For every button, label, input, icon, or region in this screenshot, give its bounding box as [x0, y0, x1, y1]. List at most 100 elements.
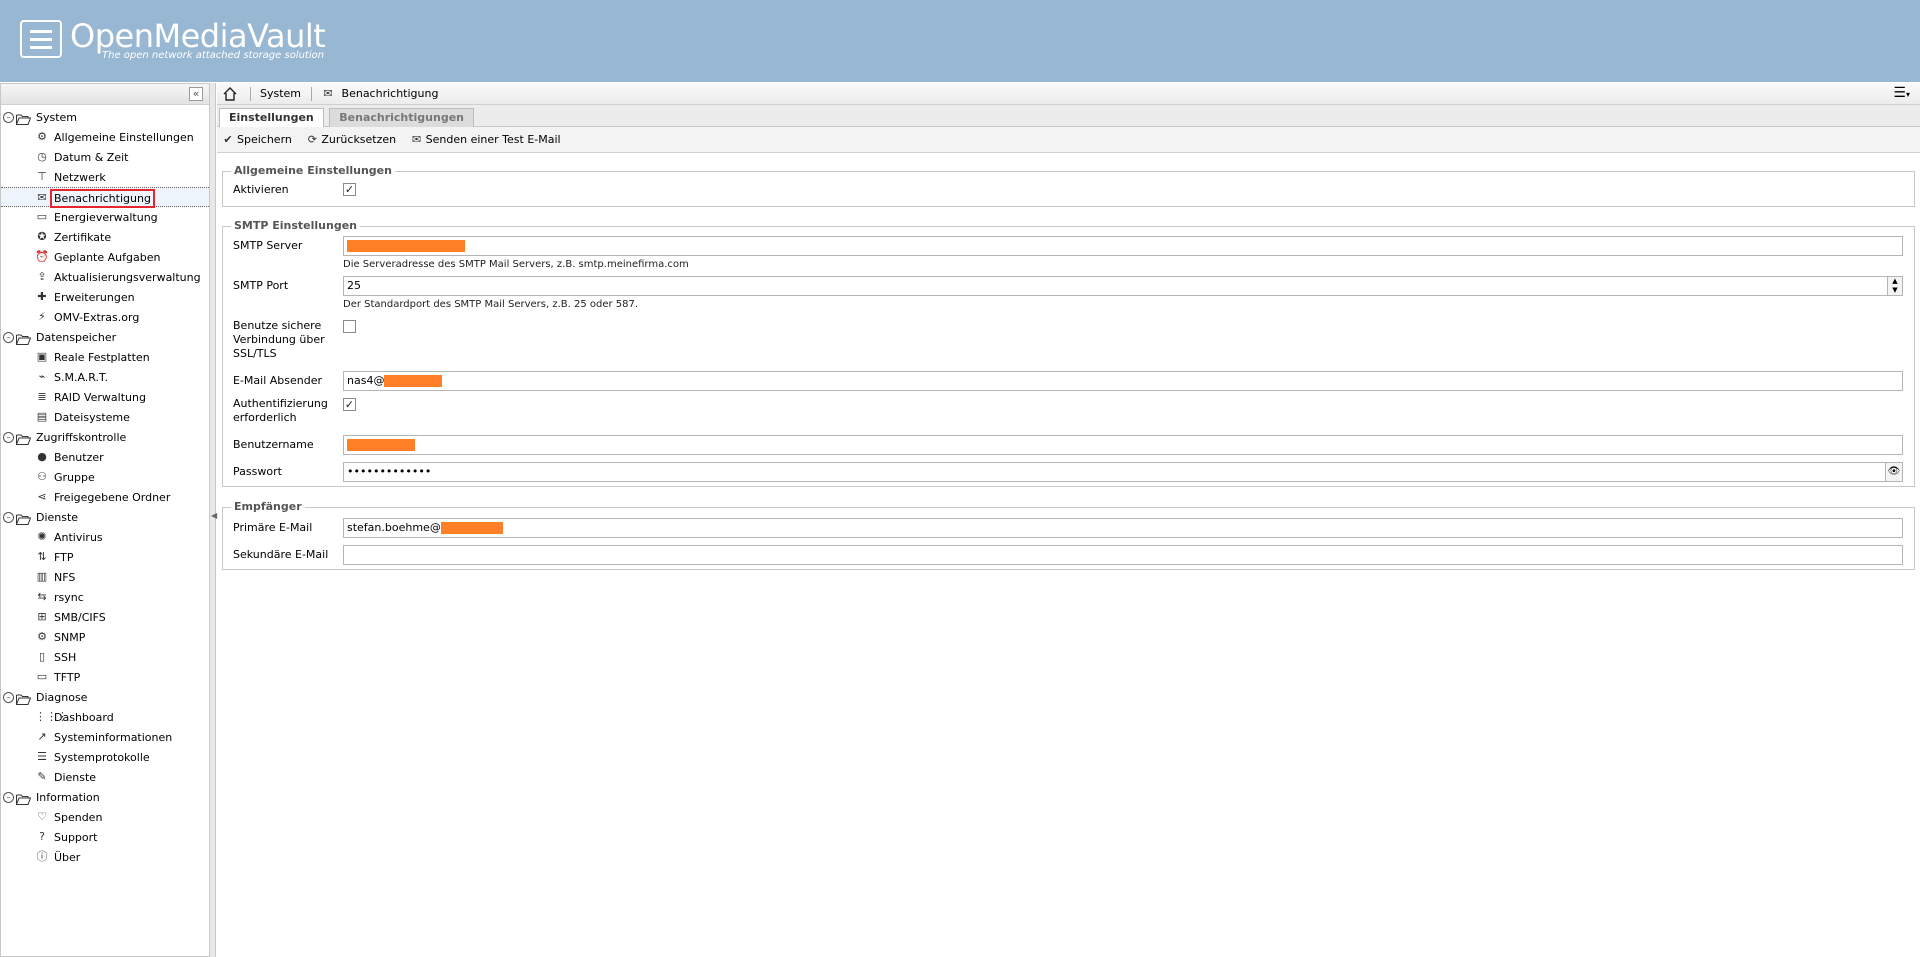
tab-einstellungen[interactable]: Einstellungen	[219, 108, 324, 127]
sidebar-item-label: Allgemeine Einstellungen	[54, 130, 194, 144]
sidebar-splitter[interactable]: ◀	[210, 83, 217, 957]
sidebar-item-benutzer[interactable]: ● Benutzer	[1, 447, 209, 467]
sender-value: nas4@	[347, 374, 385, 387]
sidebar-item-label: SNMP	[54, 630, 86, 644]
sidebar-item-systeminformationen[interactable]: ↗ Systeminformationen	[1, 727, 209, 747]
sidebar-item-reale-festplatten[interactable]: ▣ Reale Festplatten	[1, 347, 209, 367]
sidebar-item-benachrichtigung[interactable]: ✉ Benachrichtigung	[1, 187, 209, 208]
sidebar-item-dashboard[interactable]: ⋮⋮⋮Dashboard	[1, 707, 209, 727]
collapse-toggle-icon[interactable]: –	[3, 791, 14, 803]
sidebar-category-information[interactable]: – Information	[1, 787, 209, 807]
reset-button[interactable]: ⟳ Zurücksetzen	[305, 127, 396, 153]
username-input[interactable]	[343, 435, 1903, 455]
sidebar-category-datenspeicher[interactable]: – Datenspeicher	[1, 327, 209, 347]
options-menu-icon[interactable]: ☰▾	[1893, 86, 1910, 102]
sidebar-item-geplante-aufgaben[interactable]: ⏰ Geplante Aufgaben	[1, 247, 209, 267]
sidebar-item-nfs[interactable]: ▥ NFS	[1, 567, 209, 587]
tab-bar: Einstellungen Benachrichtigungen	[217, 105, 1920, 127]
sidebar-item-spenden[interactable]: ♡ Spenden	[1, 807, 209, 827]
sender-input[interactable]: nas4@	[343, 371, 1903, 391]
sidebar-item-smb-cifs[interactable]: ⊞ SMB/CIFS	[1, 607, 209, 627]
primary-email-input[interactable]: stefan.boehme@	[343, 518, 1903, 538]
sidebar-item-datum-zeit[interactable]: ◷ Datum & Zeit	[1, 147, 209, 167]
sidebar-item-label: NFS	[54, 570, 76, 584]
spin-up-icon[interactable]: ▲	[1888, 277, 1902, 286]
smtp-server-label: SMTP Server	[233, 239, 303, 252]
sidebar-item-freigegebene-ordner[interactable]: ⋖ Freigegebene Ordner	[1, 487, 209, 507]
sidebar-category-label: Information	[36, 790, 100, 804]
collapse-toggle-icon[interactable]: –	[3, 691, 14, 703]
smtp-server-input[interactable]	[343, 236, 1903, 256]
puzzle-icon: ✚	[37, 290, 47, 303]
hamburger-menu-icon[interactable]	[20, 20, 62, 58]
general-settings-legend: Allgemeine Einstellungen	[231, 164, 395, 177]
redacted-value	[440, 522, 503, 534]
spin-down-icon[interactable]: ▼	[1888, 286, 1902, 295]
password-input[interactable]: ••••••••••••• 👁	[343, 462, 1903, 482]
auth-label: Authentifizierung erforderlich	[233, 397, 328, 425]
wrench-icon: ✎	[37, 770, 47, 783]
sidebar-category-dienste[interactable]: – Dienste	[1, 507, 209, 527]
port-spinner[interactable]: ▲ ▼	[1887, 277, 1902, 295]
collapse-sidebar-button[interactable]: «	[189, 87, 203, 101]
sidebar-item-ssh[interactable]: ▯ SSH	[1, 647, 209, 667]
enable-label: Aktivieren	[233, 183, 289, 196]
sidebar-item-ftp[interactable]: ⇅ FTP	[1, 547, 209, 567]
sidebar-category-system[interactable]: – System	[1, 107, 209, 127]
sidebar-item-über[interactable]: ⓘ Über	[1, 847, 209, 867]
logo-title: OpenMediaVault	[70, 17, 326, 55]
general-settings-fieldset: Allgemeine Einstellungen Aktivieren ✓	[222, 164, 1915, 207]
sidebar-item-snmp[interactable]: ⚙ SNMP	[1, 627, 209, 647]
sidebar-item-aktualisierungsverwaltung[interactable]: ⇪ Aktualisierungsverwaltung	[1, 267, 209, 287]
sidebar-item-label: Gruppe	[54, 470, 95, 484]
collapse-toggle-icon[interactable]: –	[3, 511, 14, 523]
sidebar-item-gruppe[interactable]: ⚇ Gruppe	[1, 467, 209, 487]
home-icon[interactable]	[223, 87, 237, 101]
alarm-clock-icon: ⏰	[35, 250, 49, 263]
sidebar-item-label: SSH	[54, 650, 77, 664]
smtp-port-value: 25	[347, 279, 361, 292]
eye-icon[interactable]: 👁	[1885, 463, 1902, 481]
enable-checkbox[interactable]: ✓	[343, 183, 356, 196]
secondary-email-input[interactable]	[343, 545, 1903, 565]
sidebar-item-support[interactable]: ? Support	[1, 827, 209, 847]
sidebar-item-zertifikate[interactable]: ✪ Zertifikate	[1, 227, 209, 247]
folder-open-icon	[16, 792, 32, 805]
save-button[interactable]: ✔ Speichern	[221, 127, 292, 153]
logo-subtitle: The open network attached storage soluti…	[102, 50, 325, 61]
monitor-icon: ▭	[36, 670, 48, 683]
smtp-settings-legend: SMTP Einstellungen	[231, 219, 361, 232]
sidebar-item-energieverwaltung[interactable]: ▭ Energieverwaltung	[1, 207, 209, 227]
sidebar-category-zugriffskontrolle[interactable]: – Zugriffskontrolle	[1, 427, 209, 447]
collapse-toggle-icon[interactable]: –	[3, 331, 14, 343]
sidebar-item-antivirus[interactable]: ✺ Antivirus	[1, 527, 209, 547]
sidebar-item-allgemeine-einstellungen[interactable]: ⚙ Allgemeine Einstellungen	[1, 127, 209, 147]
sidebar-item-raid-verwaltung[interactable]: ≣ RAID Verwaltung	[1, 387, 209, 407]
sidebar-item-systemprotokolle[interactable]: ☰ Systemprotokolle	[1, 747, 209, 767]
sidebar-item-rsync[interactable]: ⇆ rsync	[1, 587, 209, 607]
smtp-port-hint: Der Standardport des SMTP Mail Servers, …	[343, 299, 639, 310]
sidebar-item-omv-extras-org[interactable]: ⚡ OMV-Extras.org	[1, 307, 209, 327]
sidebar-category-diagnose[interactable]: – Diagnose	[1, 687, 209, 707]
sidebar-item-label: TFTP	[54, 670, 81, 684]
sidebar-item-label: Erweiterungen	[54, 290, 135, 304]
sidebar-item-label: OMV-Extras.org	[54, 310, 140, 324]
collapse-toggle-icon[interactable]: –	[3, 431, 14, 443]
breadcrumb-system[interactable]: System	[260, 87, 301, 100]
ssl-checkbox[interactable]	[343, 320, 356, 333]
sidebar-item-s-m-a-r-t-[interactable]: ⌁ S.M.A.R.T.	[1, 367, 209, 387]
sidebar-item-dateisysteme[interactable]: ▤ Dateisysteme	[1, 407, 209, 427]
sidebar-item-netzwerk[interactable]: ⊤ Netzwerk	[1, 167, 209, 187]
sidebar-item-dienste[interactable]: ✎ Dienste	[1, 767, 209, 787]
smtp-port-input[interactable]: 25 ▲ ▼	[343, 276, 1903, 296]
send-test-email-button[interactable]: ✉ Senden einer Test E-Mail	[410, 127, 561, 153]
envelope-icon: ✉	[412, 133, 422, 146]
collapse-toggle-icon[interactable]: –	[3, 111, 14, 123]
sidebar-category-label: Diagnose	[36, 690, 88, 704]
sidebar-item-tftp[interactable]: ▭ TFTP	[1, 667, 209, 687]
auth-checkbox[interactable]: ✓	[343, 398, 356, 411]
sidebar-item-erweiterungen[interactable]: ✚ Erweiterungen	[1, 287, 209, 307]
recipient-legend: Empfänger	[231, 500, 305, 513]
tab-benachrichtigungen[interactable]: Benachrichtigungen	[329, 108, 474, 127]
sidebar-item-label: SMB/CIFS	[54, 610, 106, 624]
